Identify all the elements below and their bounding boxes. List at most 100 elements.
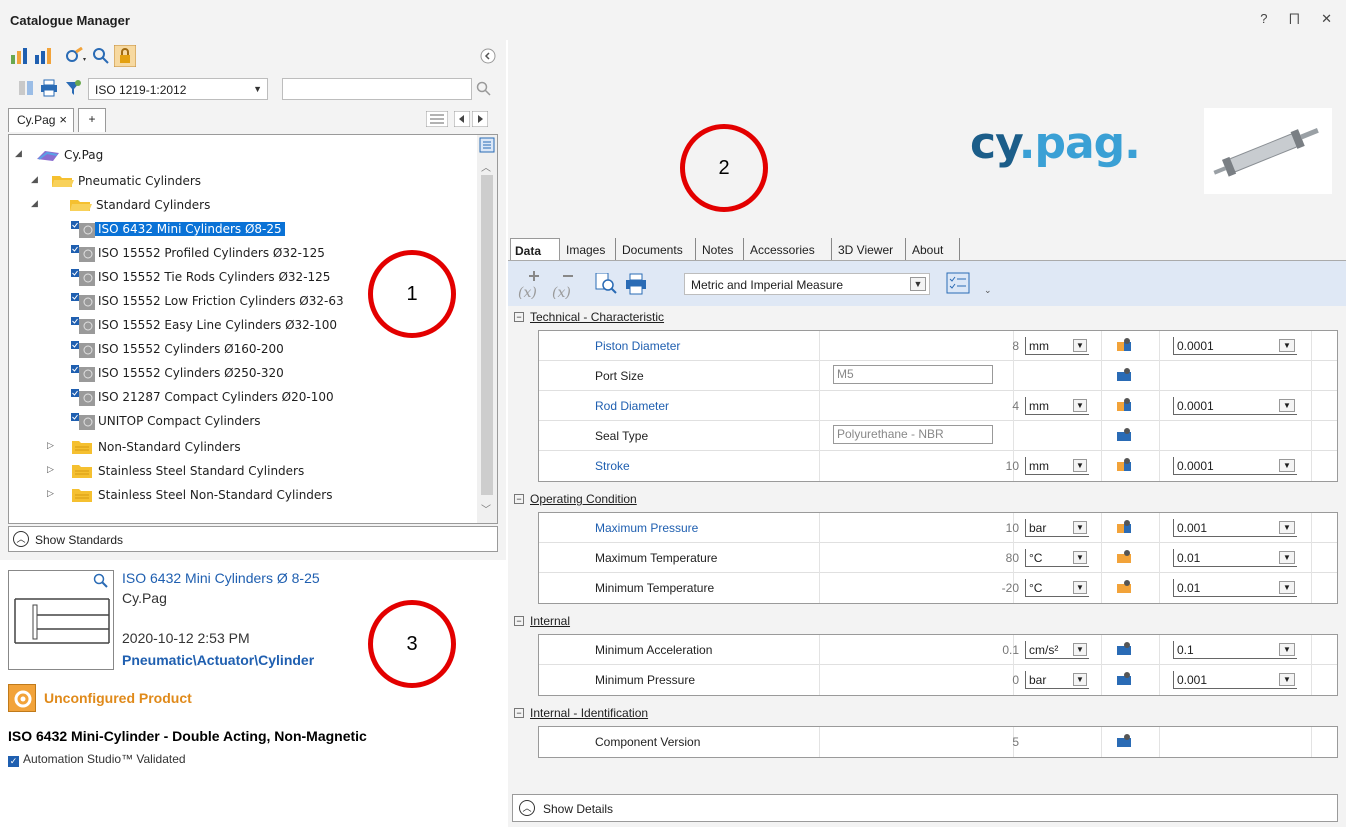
collapsed-icon[interactable]: ▷ [47, 465, 54, 475]
tools-icon[interactable] [64, 46, 88, 68]
measure-system-select[interactable]: Metric and Imperial Measure ▼ [684, 273, 930, 295]
unit-select[interactable]: bar ▼ [1025, 671, 1089, 689]
print-icon[interactable] [624, 273, 648, 298]
precision-select[interactable]: 0.01 ▼ [1173, 579, 1297, 597]
close-tab-icon[interactable]: × [59, 112, 67, 127]
unit-select[interactable]: °C ▼ [1025, 549, 1089, 567]
property-row[interactable]: Seal Type Polyurethane - NBR [539, 421, 1337, 451]
folder-open-icon [69, 197, 93, 216]
show-details-button[interactable]: ︿ Show Details [512, 794, 1338, 822]
collapse-icon[interactable]: − [514, 494, 524, 504]
linked-icon [1117, 734, 1131, 748]
zoom-icon[interactable] [93, 573, 109, 592]
property-value[interactable]: 5 [1012, 735, 1019, 749]
help-button[interactable]: ? [1260, 11, 1273, 26]
checklist-icon[interactable] [946, 271, 972, 300]
toolbar-overflow-icon[interactable]: ⌄ [984, 285, 992, 296]
scroll-left-icon[interactable] [453, 110, 471, 130]
lock-icon[interactable] [113, 44, 137, 70]
pin-button[interactable]: ⨅ [1289, 11, 1305, 27]
search-go-icon[interactable] [476, 81, 492, 100]
property-value[interactable]: 10 [1006, 459, 1019, 473]
collapsed-icon[interactable]: ▷ [47, 489, 54, 499]
property-value[interactable]: 0.1 [1002, 643, 1019, 657]
property-row[interactable]: Minimum Temperature -20 °C ▼ 0.01 ▼ [539, 573, 1337, 603]
tab-notes[interactable]: Notes [698, 238, 744, 260]
expand-icon[interactable]: ◢ [15, 149, 22, 159]
property-row[interactable]: Maximum Pressure 10 bar ▼ 0.001 ▼ [539, 513, 1337, 543]
tab-accessories[interactable]: Accessories [746, 238, 832, 260]
scroll-down-icon[interactable]: ﹀ [481, 501, 491, 516]
tab-about[interactable]: About [908, 238, 960, 260]
property-row[interactable]: Minimum Pressure 0 bar ▼ 0.001 ▼ [539, 665, 1337, 695]
property-row[interactable]: Minimum Acceleration 0.1 cm/s² ▼ 0.1 ▼ [539, 635, 1337, 665]
product-path[interactable]: Pneumatic\Actuator\Cylinder [122, 652, 314, 668]
catalogue-tabs: Cy.Pag × + [8, 108, 500, 132]
property-row[interactable]: Maximum Temperature 80 °C ▼ 0.01 ▼ [539, 543, 1337, 573]
tree-scrollbar[interactable]: ︿ ﹀ [477, 135, 497, 523]
filter-icon[interactable] [64, 79, 82, 100]
search-icon[interactable] [92, 47, 110, 68]
unit-select[interactable]: mm ▼ [1025, 337, 1089, 355]
tab-cy-pag[interactable]: Cy.Pag × [8, 108, 74, 132]
unit-select[interactable]: °C ▼ [1025, 579, 1089, 597]
sort-icon[interactable] [18, 79, 36, 100]
tab-3d-viewer[interactable]: 3D Viewer [834, 238, 906, 260]
chart-icon[interactable] [10, 47, 30, 68]
property-row[interactable]: Rod Diameter 4 mm ▼ 0.0001 ▼ [539, 391, 1337, 421]
print-preview-icon[interactable] [594, 272, 618, 298]
unit-select[interactable]: bar ▼ [1025, 519, 1089, 537]
chart-edit-icon[interactable] [34, 47, 54, 68]
property-value[interactable]: 4 [1012, 399, 1019, 413]
precision-select[interactable]: 0.0001 ▼ [1173, 337, 1297, 355]
remove-variable-icon[interactable]: (x) [552, 269, 578, 302]
property-value[interactable]: -20 [1002, 581, 1019, 595]
property-row[interactable]: Component Version 5 [539, 727, 1337, 757]
show-standards-button[interactable]: ︿ Show Standards [8, 526, 498, 552]
precision-select[interactable]: 0.0001 ▼ [1173, 397, 1297, 415]
list-view-icon[interactable] [425, 110, 449, 130]
chevron-down-icon: ▼ [1279, 399, 1295, 412]
collapsed-icon[interactable]: ▷ [47, 441, 54, 451]
precision-select[interactable]: 0.0001 ▼ [1173, 457, 1297, 475]
category-title: Operating Condition [530, 492, 637, 506]
property-value[interactable]: 8 [1012, 339, 1019, 353]
tree-scrollbar-thumb[interactable] [481, 175, 493, 495]
standard-select[interactable]: ISO 1219-1:2012 ▼ [88, 78, 268, 100]
unit-select[interactable]: mm ▼ [1025, 457, 1089, 475]
property-row[interactable]: Port Size M5 [539, 361, 1337, 391]
tab-documents[interactable]: Documents [618, 238, 696, 260]
print-icon[interactable] [40, 79, 58, 100]
add-tab-button[interactable]: + [78, 108, 106, 132]
precision-select[interactable]: 0.001 ▼ [1173, 671, 1297, 689]
product-name[interactable]: ISO 6432 Mini Cylinders Ø 8-25 [122, 570, 320, 586]
precision-select[interactable]: 0.1 ▼ [1173, 641, 1297, 659]
property-row[interactable]: Piston Diameter 8 mm ▼ 0.0001 ▼ [539, 331, 1337, 361]
precision-select[interactable]: 0.01 ▼ [1173, 549, 1297, 567]
property-value[interactable]: 80 [1006, 551, 1019, 565]
scroll-up-icon[interactable]: ︿ [481, 159, 491, 174]
property-text-field[interactable]: M5 [833, 365, 993, 384]
unit-select[interactable]: mm ▼ [1025, 397, 1089, 415]
property-row[interactable]: Stroke 10 mm ▼ 0.0001 ▼ [539, 451, 1337, 481]
collapse-icon[interactable]: − [514, 708, 524, 718]
precision-select[interactable]: 0.001 ▼ [1173, 519, 1297, 537]
property-text-field[interactable]: Polyurethane - NBR [833, 425, 993, 444]
scroll-right-icon[interactable] [471, 110, 489, 130]
tree-item-label: ISO 15552 Low Friction Cylinders Ø32-63 [98, 294, 344, 308]
property-value[interactable]: 10 [1006, 521, 1019, 535]
close-button[interactable]: ✕ [1321, 11, 1338, 27]
expand-icon[interactable]: ◢ [31, 175, 38, 185]
collapse-panel-icon[interactable] [480, 48, 496, 67]
collapse-icon[interactable]: − [514, 616, 524, 626]
show-standards-label: Show Standards [35, 533, 124, 547]
tab-images[interactable]: Images [562, 238, 616, 260]
add-variable-icon[interactable]: (x) [518, 269, 544, 302]
pin-tree-icon[interactable] [479, 137, 495, 156]
expand-icon[interactable]: ◢ [31, 199, 38, 209]
tab-data[interactable]: Data [510, 238, 560, 260]
collapse-icon[interactable]: − [514, 312, 524, 322]
property-value[interactable]: 0 [1012, 673, 1019, 687]
unit-select[interactable]: cm/s² ▼ [1025, 641, 1089, 659]
search-input[interactable] [282, 78, 472, 100]
